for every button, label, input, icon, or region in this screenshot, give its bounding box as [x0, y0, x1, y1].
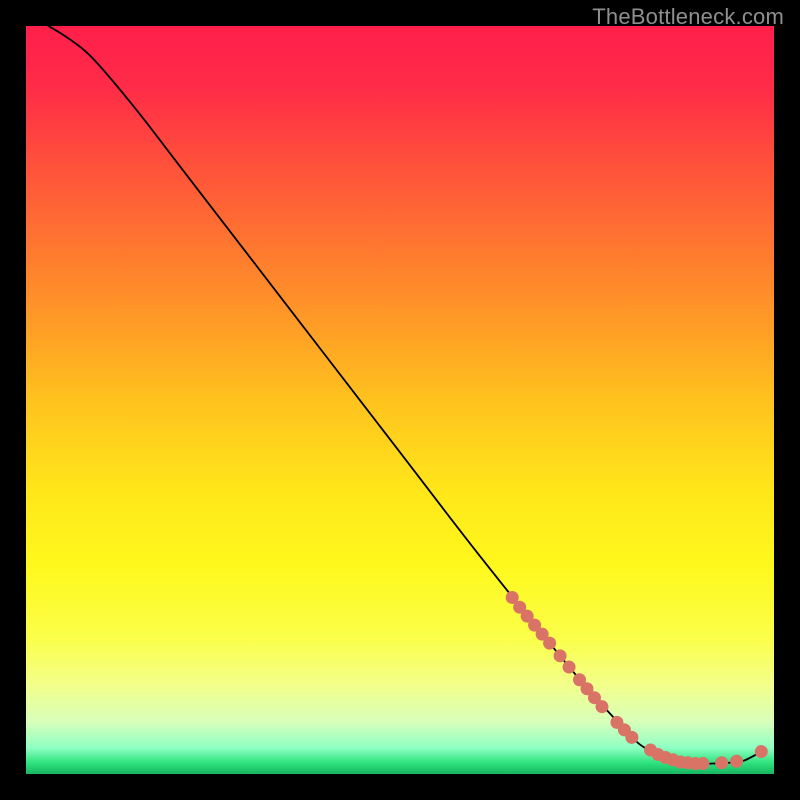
hotspot-point — [755, 745, 768, 758]
chart-background — [26, 26, 774, 774]
hotspot-point — [543, 637, 556, 650]
hotspot-point — [696, 757, 709, 770]
plot-area — [26, 26, 774, 774]
chart-svg — [26, 26, 774, 774]
hotspot-point — [730, 755, 743, 768]
hotspot-point — [563, 661, 576, 674]
attribution-text: TheBottleneck.com — [592, 4, 784, 30]
hotspot-point — [715, 756, 728, 769]
hotspot-point — [625, 731, 638, 744]
hotspot-point — [595, 700, 608, 713]
hotspot-point — [554, 649, 567, 662]
